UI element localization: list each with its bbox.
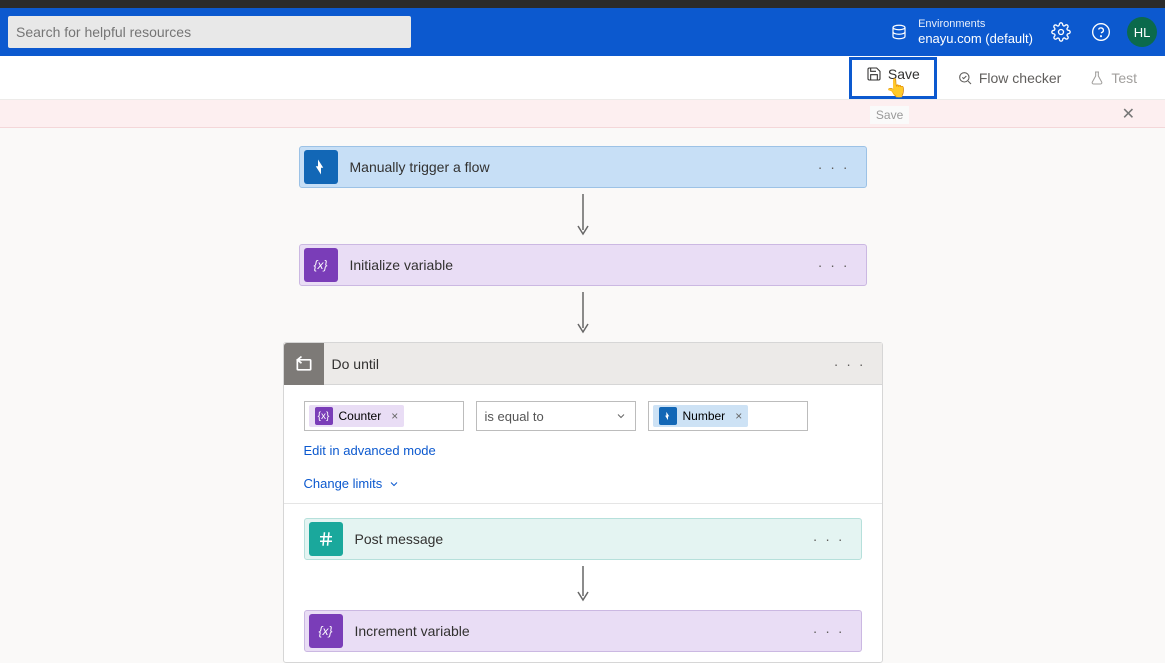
flow-checker-button[interactable]: Flow checker: [949, 64, 1069, 92]
hash-icon: [309, 522, 343, 556]
card-menu[interactable]: · · ·: [797, 623, 861, 639]
checker-icon: [957, 70, 973, 86]
connector-arrow: [304, 560, 862, 610]
app-header: Environments enayu.com (default) HL: [0, 8, 1165, 56]
trigger-icon: [659, 407, 677, 425]
number-token[interactable]: Number ×: [653, 405, 749, 427]
chevron-down-icon: [388, 478, 400, 490]
trigger-icon: [304, 150, 338, 184]
condition-right-input[interactable]: Number ×: [648, 401, 808, 431]
trigger-card[interactable]: Manually trigger a flow · · ·: [299, 146, 867, 188]
test-label: Test: [1111, 70, 1137, 86]
card-menu[interactable]: · · ·: [797, 531, 861, 547]
card-menu[interactable]: · · ·: [802, 257, 866, 273]
flask-icon: [1089, 70, 1105, 86]
divider: [284, 503, 882, 504]
flow-canvas: Manually trigger a flow · · · {x} Initia…: [0, 128, 1165, 663]
init-variable-card[interactable]: {x} Initialize variable · · ·: [299, 244, 867, 286]
help-button[interactable]: [1081, 8, 1121, 56]
operator-label: is equal to: [485, 409, 544, 424]
do-until-title: Do until: [324, 356, 818, 372]
counter-token[interactable]: {x} Counter ×: [309, 405, 405, 427]
token-label: Counter: [339, 409, 382, 423]
close-icon[interactable]: ✕: [1122, 104, 1135, 124]
increment-variable-card[interactable]: {x} Increment variable · · ·: [304, 610, 862, 652]
variable-icon: {x}: [304, 248, 338, 282]
card-menu[interactable]: · · ·: [818, 356, 882, 372]
condition-row: {x} Counter × is equal to Number: [304, 401, 862, 431]
gear-icon: [1051, 22, 1071, 42]
save-tooltip: Save: [870, 106, 909, 124]
do-until-card[interactable]: Do until · · · {x} Counter × is equal to: [283, 342, 883, 663]
init-variable-title: Initialize variable: [342, 257, 802, 273]
remove-token-icon[interactable]: ×: [731, 409, 742, 423]
notification-bar: ✕: [0, 100, 1165, 128]
database-icon: [890, 23, 908, 41]
change-limits-label: Change limits: [304, 476, 383, 491]
post-message-card[interactable]: Post message · · ·: [304, 518, 862, 560]
save-button[interactable]: Save 👆 Save: [849, 57, 937, 99]
settings-button[interactable]: [1041, 8, 1081, 56]
connector-arrow: [575, 188, 591, 244]
variable-icon: {x}: [315, 407, 333, 425]
change-limits-link[interactable]: Change limits: [304, 464, 862, 497]
variable-icon: {x}: [309, 614, 343, 648]
chevron-down-icon: [615, 410, 627, 422]
save-icon: [866, 66, 882, 82]
avatar[interactable]: HL: [1127, 17, 1157, 47]
test-button[interactable]: Test: [1081, 64, 1145, 92]
card-menu[interactable]: · · ·: [802, 159, 866, 175]
condition-left-input[interactable]: {x} Counter ×: [304, 401, 464, 431]
token-label: Number: [683, 409, 726, 423]
cursor-pointer-icon: 👆: [886, 78, 908, 99]
help-icon: [1091, 22, 1111, 42]
env-name: enayu.com (default): [918, 31, 1033, 47]
operator-dropdown[interactable]: is equal to: [476, 401, 636, 431]
advanced-mode-link[interactable]: Edit in advanced mode: [304, 431, 862, 464]
browser-chrome-bar: [0, 0, 1165, 8]
env-label: Environments: [918, 18, 1033, 31]
increment-title: Increment variable: [347, 623, 797, 639]
search-input[interactable]: [8, 16, 411, 48]
connector-arrow: [575, 286, 591, 342]
post-message-title: Post message: [347, 531, 797, 547]
trigger-title: Manually trigger a flow: [342, 159, 802, 175]
editor-toolbar: Save 👆 Save Flow checker Test: [0, 56, 1165, 100]
remove-token-icon[interactable]: ×: [387, 409, 398, 423]
loop-icon: [284, 343, 324, 385]
environment-selector[interactable]: Environments enayu.com (default): [882, 18, 1041, 47]
flow-checker-label: Flow checker: [979, 70, 1061, 86]
do-until-header[interactable]: Do until · · ·: [284, 343, 882, 385]
